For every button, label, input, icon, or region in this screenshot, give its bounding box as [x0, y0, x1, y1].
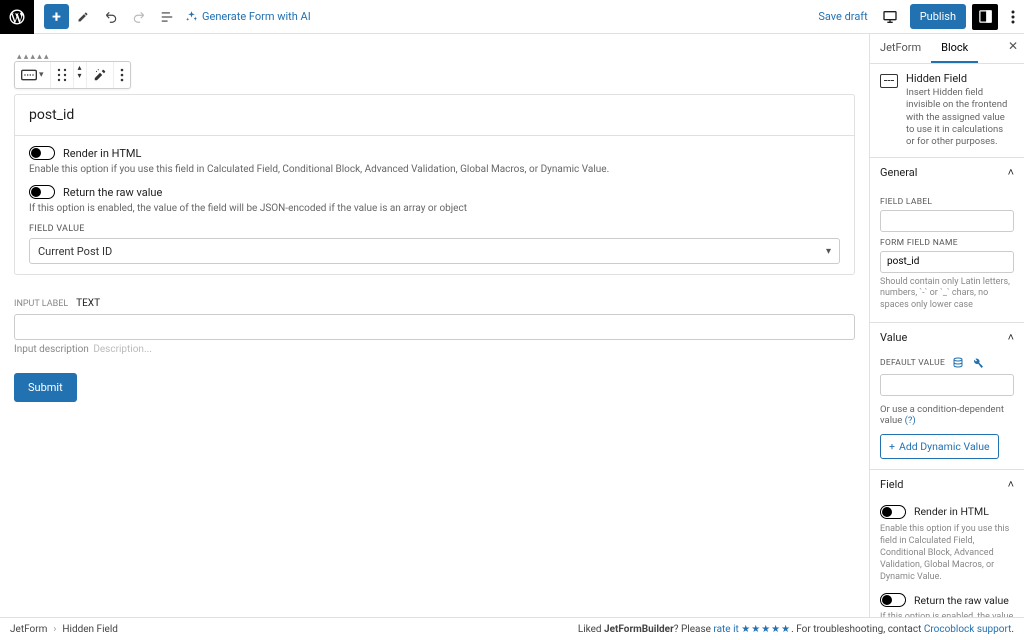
sb-raw-value-toggle[interactable]	[880, 593, 906, 607]
sb-render-html-label: Render in HTML	[914, 505, 989, 518]
field-value-select[interactable]: Current Post ID ▾	[29, 238, 840, 264]
render-html-help: Enable this option if you use this field…	[29, 164, 840, 175]
block-styles-button[interactable]	[87, 62, 114, 88]
close-sidebar-button[interactable]: ✕	[1008, 39, 1018, 53]
generate-ai-label: Generate Form with AI	[202, 10, 311, 23]
hidden-field-block[interactable]: post_id Render in HTML Enable this optio…	[14, 94, 855, 275]
input-description-prefix: Input description	[14, 344, 89, 355]
field-value-label: FIELD VALUE	[29, 224, 840, 234]
hidden-field-icon	[880, 74, 898, 88]
chevron-up-icon: ˄	[1008, 331, 1014, 344]
block-info: Hidden Field Insert Hidden field invisib…	[870, 64, 1024, 158]
topbar: + Generate Form with AI Save draft Publi…	[0, 0, 1024, 34]
bottom-bar: JetForm › Hidden Field Liked JetFormBuil…	[0, 617, 1024, 640]
section-general-header[interactable]: General ˄	[870, 158, 1024, 187]
input-description-placeholder: Description...	[93, 344, 152, 355]
crumb-hidden-field[interactable]: Hidden Field	[62, 624, 117, 635]
section-value-header[interactable]: Value ˄	[870, 323, 1024, 352]
drag-handle[interactable]	[51, 62, 74, 88]
breadcrumb: JetForm › Hidden Field	[10, 624, 118, 635]
field-label-input[interactable]	[880, 210, 1014, 232]
block-toolbar: ▾ ▴ ▾	[14, 61, 131, 89]
tab-jetform[interactable]: JetForm	[870, 34, 931, 63]
form-field-name-input[interactable]	[880, 251, 1014, 273]
move-updown[interactable]: ▴ ▾	[74, 62, 87, 88]
form-field-name-label: FORM FIELD NAME	[880, 238, 1014, 248]
crumb-sep: ›	[53, 624, 56, 635]
undo-button[interactable]	[97, 3, 125, 31]
text-input[interactable]	[14, 314, 855, 340]
condition-help-link[interactable]: (?)	[905, 415, 916, 426]
submit-button[interactable]: Submit	[14, 373, 77, 402]
raw-value-help: If this option is enabled, the value of …	[29, 203, 840, 214]
section-value: Value ˄ DEFAULT VALUE	[870, 323, 1024, 470]
condition-text: Or use a condition-dependent value	[880, 404, 1004, 426]
sidebar-tabs: JetForm Block ✕	[870, 34, 1024, 64]
add-block-button[interactable]: +	[44, 4, 69, 29]
default-value-input[interactable]	[880, 374, 1014, 396]
chevron-down-icon: ▾	[826, 246, 831, 257]
edit-mode-button[interactable]	[69, 3, 97, 31]
section-general: General ˄ FIELD LABEL FORM FIELD NAME Sh…	[870, 158, 1024, 323]
section-field: Field ˄ Render in HTML Enable this optio…	[870, 470, 1024, 617]
tab-block[interactable]: Block	[931, 34, 978, 63]
section-field-header[interactable]: Field ˄	[870, 470, 1024, 499]
chevron-up-icon: ˄	[1008, 478, 1014, 491]
plus-icon: +	[889, 440, 895, 453]
raw-value-toggle[interactable]	[29, 185, 55, 199]
chevron-up-icon: ˄	[1008, 166, 1014, 179]
generate-ai-button[interactable]: Generate Form with AI	[185, 10, 311, 23]
field-label-label: FIELD LABEL	[880, 197, 1014, 207]
settings-sidebar: JetForm Block ✕ Hidden Field Insert Hidd…	[869, 34, 1024, 617]
support-link[interactable]: Crocoblock support	[924, 624, 1012, 635]
options-button[interactable]	[1002, 4, 1024, 30]
block-info-desc: Insert Hidden field invisible on the fro…	[906, 87, 1014, 149]
publish-button[interactable]: Publish	[910, 4, 966, 29]
input-label-prefix: INPUT LABEL	[14, 299, 68, 309]
render-html-label: Render in HTML	[63, 147, 141, 160]
field-value-selected: Current Post ID	[38, 245, 112, 258]
sb-render-html-help: Enable this option if you use this field…	[880, 523, 1014, 584]
block-more-button[interactable]	[114, 62, 130, 88]
block-info-title: Hidden Field	[906, 72, 1014, 85]
sb-raw-value-help: If this option is enabled, the value of …	[880, 611, 1014, 617]
sb-render-html-toggle[interactable]	[880, 505, 906, 519]
input-label-value: TEXT	[76, 298, 100, 309]
wp-logo[interactable]	[0, 0, 34, 34]
stars-icon: ★★★★★	[741, 624, 791, 635]
text-field-block[interactable]: INPUT LABEL TEXT Input description Descr…	[14, 291, 855, 355]
document-overview-button[interactable]	[153, 3, 181, 31]
editor-canvas[interactable]: ▴ ▴ ▴ ▴ ▴ ▾ ▴ ▾ post_id	[0, 34, 869, 617]
wrench-icon[interactable]	[971, 356, 985, 370]
block-type-button[interactable]: ▾	[15, 62, 51, 88]
move-down-icon: ▾	[78, 72, 82, 80]
sb-raw-value-label: Return the raw value	[914, 594, 1009, 607]
footer-message: Liked JetFormBuilder? Please rate it ★★★…	[578, 624, 1014, 635]
redo-button	[125, 3, 153, 31]
preview-button[interactable]	[876, 3, 904, 31]
render-html-toggle[interactable]	[29, 146, 55, 160]
save-draft-button[interactable]: Save draft	[818, 10, 867, 23]
form-field-name-hint: Should contain only Latin letters, numbe…	[880, 277, 1014, 312]
crumb-jetform[interactable]: JetForm	[10, 624, 47, 635]
database-icon[interactable]	[951, 356, 965, 370]
add-dynamic-value-button[interactable]: + Add Dynamic Value	[880, 434, 999, 459]
field-name: post_id	[15, 95, 854, 135]
raw-value-label: Return the raw value	[63, 186, 162, 199]
default-value-label: DEFAULT VALUE	[880, 358, 945, 368]
rate-link[interactable]: rate it ★★★★★	[713, 624, 791, 635]
sidebar-toggle-button[interactable]	[972, 4, 998, 30]
